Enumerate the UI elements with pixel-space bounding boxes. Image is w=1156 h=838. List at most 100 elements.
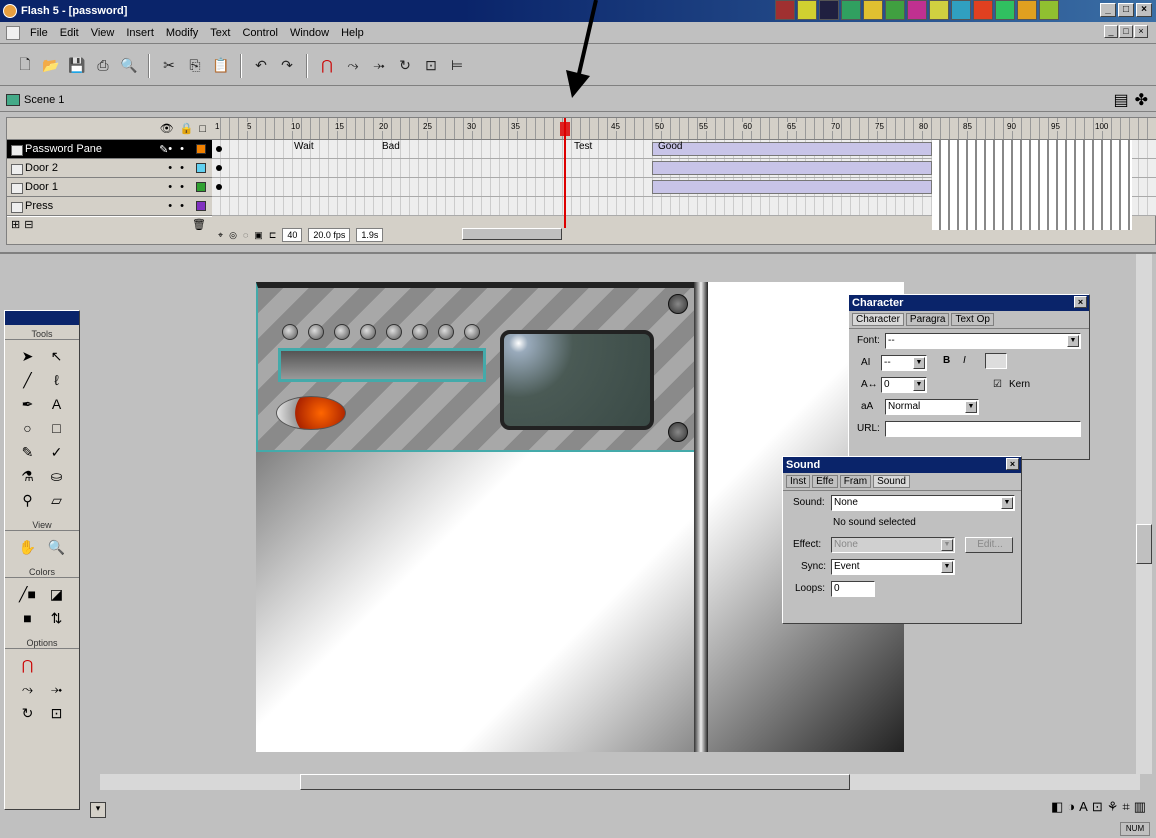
layer-color-swatch[interactable] [196, 163, 206, 173]
add-guide-icon[interactable]: ⊟ [24, 218, 33, 231]
italic-icon[interactable]: I [963, 355, 966, 366]
eyedropper-icon[interactable]: ⚲ [15, 490, 40, 510]
edit-scene-icon[interactable]: ▤ [1113, 90, 1128, 110]
actions-panel-icon[interactable]: ⌗ [1122, 799, 1129, 815]
keypad-button[interactable] [334, 324, 350, 340]
frame-area[interactable]: 1 5 10 15 20 25 30 35 45 50 55 60 65 70 … [212, 118, 1156, 246]
effect-select[interactable]: None ▼ [831, 537, 955, 553]
save-icon[interactable]: 💾 [66, 55, 88, 77]
app-shortcut-icon[interactable] [951, 0, 971, 20]
outline-icon[interactable]: □ [199, 123, 206, 135]
onion-skin-icon[interactable]: ◎ [229, 230, 237, 241]
align-icon[interactable]: ⊨ [446, 55, 468, 77]
menu-help[interactable]: Help [335, 27, 370, 39]
swap-colors-icon[interactable]: ⇅ [44, 608, 69, 628]
add-layer-icon[interactable]: ⊞ [11, 218, 20, 231]
loops-field[interactable]: 0 [831, 581, 875, 597]
chevron-down-icon[interactable]: ▼ [965, 401, 977, 413]
frame-ruler[interactable]: 1 5 10 15 20 25 30 35 45 50 55 60 65 70 … [212, 118, 1156, 140]
character-panel-icon[interactable]: A [1079, 799, 1088, 815]
app-shortcut-icon[interactable] [929, 0, 949, 20]
menu-view[interactable]: View [85, 27, 121, 39]
layer-color-swatch[interactable] [196, 201, 206, 211]
delete-layer-icon[interactable]: 🗑 [192, 218, 206, 231]
layer-state-dots[interactable]: •• [168, 143, 192, 155]
chevron-down-icon[interactable]: ▼ [1067, 335, 1079, 347]
info-panel-icon[interactable]: ◧ [1051, 799, 1063, 815]
sound-select[interactable]: None ▼ [831, 495, 1015, 511]
vertical-scrollbar[interactable] [1136, 254, 1152, 774]
straighten-icon[interactable]: ⤞ [368, 55, 390, 77]
edit-symbol-icon[interactable]: ✤ [1135, 90, 1148, 110]
tab-character[interactable]: Character [852, 313, 904, 326]
app-shortcut-icon[interactable] [863, 0, 883, 20]
arrow-tool-icon[interactable]: ➤ [15, 346, 40, 366]
new-icon[interactable]: 🗋 [14, 55, 36, 77]
layer-state-dots[interactable]: •• [168, 181, 192, 193]
keypad-button[interactable] [282, 324, 298, 340]
sync-select[interactable]: Event ▼ [831, 559, 955, 575]
url-field[interactable] [885, 421, 1081, 437]
app-shortcut-icon[interactable] [973, 0, 993, 20]
keypad-button[interactable] [308, 324, 324, 340]
print-preview-icon[interactable]: 🔍 [118, 55, 140, 77]
scale-icon[interactable]: ⊡ [420, 55, 442, 77]
chevron-down-icon[interactable]: ▼ [913, 379, 925, 391]
lock-icon[interactable]: 🔒 [180, 122, 194, 135]
mixer-panel-icon[interactable]: ◑ [1067, 799, 1075, 815]
layer-state-dots[interactable]: •• [168, 162, 192, 174]
horizontal-scrollbar[interactable] [100, 774, 1140, 790]
tab-frame[interactable]: Fram [839, 475, 872, 488]
keypad-button[interactable] [360, 324, 376, 340]
edit-multiple-icon[interactable]: ▣ [254, 230, 263, 241]
eye-icon[interactable]: 👁 [160, 122, 174, 135]
timeline-scrollbar[interactable] [462, 228, 562, 240]
smooth-option-icon[interactable]: ⤳ [15, 679, 40, 699]
character-panel-titlebar[interactable]: Character × [849, 295, 1089, 311]
app-shortcut-icon[interactable] [1017, 0, 1037, 20]
tab-paragraph[interactable]: Paragra [905, 313, 950, 326]
rotate-option-icon[interactable]: ↻ [15, 703, 40, 723]
app-shortcut-icon[interactable] [1039, 0, 1059, 20]
app-shortcut-icon[interactable] [995, 0, 1015, 20]
chevron-down-icon[interactable]: ▼ [913, 357, 925, 369]
rectangle-tool-icon[interactable]: □ [44, 418, 69, 438]
text-color-swatch[interactable] [985, 353, 1007, 369]
zoom-tool-icon[interactable]: 🔍 [44, 537, 69, 557]
open-icon[interactable]: 📂 [40, 55, 62, 77]
app-shortcut-icon[interactable] [775, 0, 795, 20]
subselect-tool-icon[interactable]: ↖ [44, 346, 69, 366]
app-shortcut-icon[interactable] [885, 0, 905, 20]
layer-row[interactable]: Door 1 •• [7, 178, 212, 197]
cut-icon[interactable]: ✂ [158, 55, 180, 77]
stroke-color-icon[interactable]: ╱■ [15, 584, 40, 604]
close-button[interactable]: × [1136, 3, 1152, 17]
vertical-scroll-thumb[interactable] [1136, 524, 1152, 564]
edit-button[interactable]: Edit... [965, 537, 1013, 553]
eraser-icon[interactable]: ▱ [44, 490, 69, 510]
sound-panel-titlebar[interactable]: Sound × [783, 457, 1021, 473]
layer-color-swatch[interactable] [196, 144, 206, 154]
layer-row[interactable]: Password Pane ✎ •• [7, 140, 212, 159]
snap-option-icon[interactable]: ⋂ [15, 655, 40, 675]
layer-color-swatch[interactable] [196, 182, 206, 192]
app-shortcut-icon[interactable] [797, 0, 817, 20]
center-frame-icon[interactable]: ⌖ [218, 230, 223, 241]
hand-tool-icon[interactable]: ✋ [15, 537, 40, 557]
paint-bucket-icon[interactable]: ⛀ [44, 466, 69, 486]
pen-tool-icon[interactable]: ✒ [15, 394, 40, 414]
lasso-tool-icon[interactable]: ℓ [44, 370, 69, 390]
movie-explorer-icon[interactable]: ⚘ [1107, 799, 1119, 815]
collapse-button[interactable]: ▾ [90, 802, 106, 818]
snap-icon[interactable]: ⋂ [316, 55, 338, 77]
tab-effect[interactable]: Effe [812, 475, 838, 488]
doc-restore-button[interactable]: □ [1119, 25, 1133, 38]
menu-text[interactable]: Text [204, 27, 236, 39]
brush-tool-icon[interactable]: ✓ [44, 442, 69, 462]
menu-control[interactable]: Control [236, 27, 283, 39]
copy-icon[interactable]: ⎘ [184, 55, 206, 77]
doc-minimize-button[interactable]: _ [1104, 25, 1118, 38]
document-icon[interactable] [6, 25, 20, 40]
undo-icon[interactable]: ↶ [250, 55, 272, 77]
tab-instance[interactable]: Inst [786, 475, 811, 488]
